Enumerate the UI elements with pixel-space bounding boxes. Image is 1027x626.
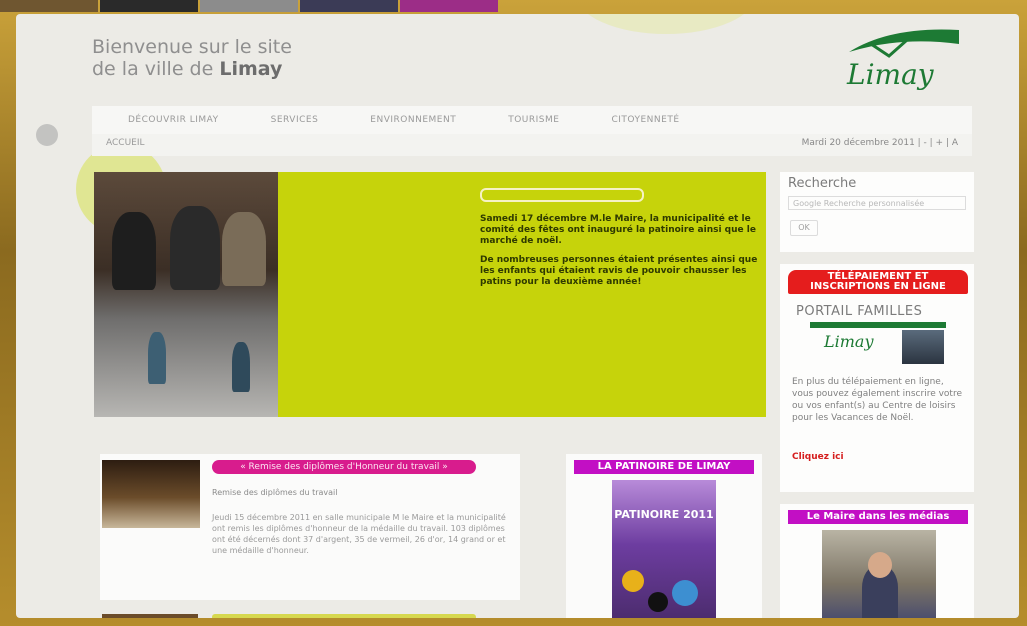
search-input[interactable]: Google Recherche personnalisée (788, 196, 966, 210)
nav-item-citoyennete[interactable]: CITOYENNETÉ (611, 115, 679, 125)
search-button[interactable]: OK (790, 220, 818, 236)
hero-slideshow[interactable]: Samedi 17 décembre M.le Maire, la munici… (94, 172, 766, 417)
hero-text: Samedi 17 décembre M.le Maire, la munici… (480, 214, 766, 296)
nav-item-services[interactable]: SERVICES (271, 115, 319, 125)
logo-swoosh-icon (849, 29, 959, 58)
news-subtitle: Remise des diplômes du travail (212, 488, 338, 497)
portal-photo (902, 330, 944, 364)
breadcrumb-bar: ACCUEIL Mardi 20 décembre 2011 | - | + |… (92, 134, 972, 156)
photo-strip (0, 0, 500, 12)
decor-circle (36, 124, 58, 146)
nav-item-environnement[interactable]: ENVIRONNEMENT (370, 115, 456, 125)
site-canvas: Bienvenue sur le site de la ville de Lim… (16, 14, 1019, 618)
portal-text: En plus du télépaiement en ligne, vous p… (792, 377, 963, 423)
breadcrumb[interactable]: ACCUEIL (106, 138, 145, 148)
hero-paragraph: De nombreuses personnes étaient présente… (480, 255, 758, 287)
cliquez-ici-link[interactable]: Cliquez ici (792, 452, 844, 462)
news-card: « Remise des diplômes d'Honneur du trava… (100, 454, 520, 600)
welcome-line1: Bienvenue sur le site (92, 36, 292, 58)
telepaiement-heading[interactable]: TÉLÉPAIEMENT ET INSCRIPTIONS EN LIGNE (788, 270, 968, 294)
maire-medias-box: Le Maire dans les médias (780, 504, 974, 618)
portal-logo-text: Limay (824, 332, 874, 351)
maire-photo[interactable] (822, 530, 936, 618)
limay-logo[interactable]: Limay (841, 22, 963, 94)
news-text: Jeudi 15 décembre 2011 en salle municipa… (212, 513, 506, 555)
main-nav: DÉCOUVRIR LIMAY SERVICES ENVIRONNEMENT T… (92, 106, 972, 134)
portal-banner[interactable]: Limay (810, 322, 946, 366)
welcome-title: Bienvenue sur le site de la ville de Lim… (92, 36, 292, 80)
search-title: Recherche (788, 176, 857, 191)
slideshow-progress (480, 188, 644, 202)
nav-item-decouvrir[interactable]: DÉCOUVRIR LIMAY (128, 115, 219, 125)
portal-title: PORTAIL FAMILLES (796, 304, 923, 319)
date-and-font-controls[interactable]: Mardi 20 décembre 2011 | - | + | A (802, 138, 958, 148)
news-heading[interactable]: « Remise des diplômes d'Honneur du trava… (212, 460, 476, 474)
next-news-heading[interactable] (212, 614, 476, 618)
decor-circle (576, 14, 756, 34)
heading-line: INSCRIPTIONS EN LIGNE (810, 281, 946, 292)
hero-paragraph: Samedi 17 décembre M.le Maire, la munici… (480, 214, 756, 246)
patinoire-poster[interactable]: PATINOIRE 2011 (612, 480, 716, 618)
next-news-thumbnail[interactable] (102, 614, 198, 618)
poster-title: PATINOIRE 2011 (614, 508, 714, 521)
logo-text: Limay (847, 58, 934, 91)
patinoire-box: LA PATINOIRE DE LIMAY PATINOIRE 2011 (566, 454, 762, 618)
maire-medias-heading[interactable]: Le Maire dans les médias (788, 510, 968, 524)
hero-photo (94, 172, 278, 417)
welcome-city: Limay (219, 58, 283, 80)
page-frame: Bienvenue sur le site de la ville de Lim… (0, 0, 1027, 626)
patinoire-heading[interactable]: LA PATINOIRE DE LIMAY (574, 460, 754, 474)
portail-familles-box: TÉLÉPAIEMENT ET INSCRIPTIONS EN LIGNE PO… (780, 264, 974, 492)
search-box: Recherche Google Recherche personnalisée… (780, 172, 974, 252)
nav-item-tourisme[interactable]: TOURISME (508, 115, 559, 125)
news-thumbnail[interactable] (102, 460, 200, 528)
welcome-line2: de la ville de (92, 58, 214, 80)
